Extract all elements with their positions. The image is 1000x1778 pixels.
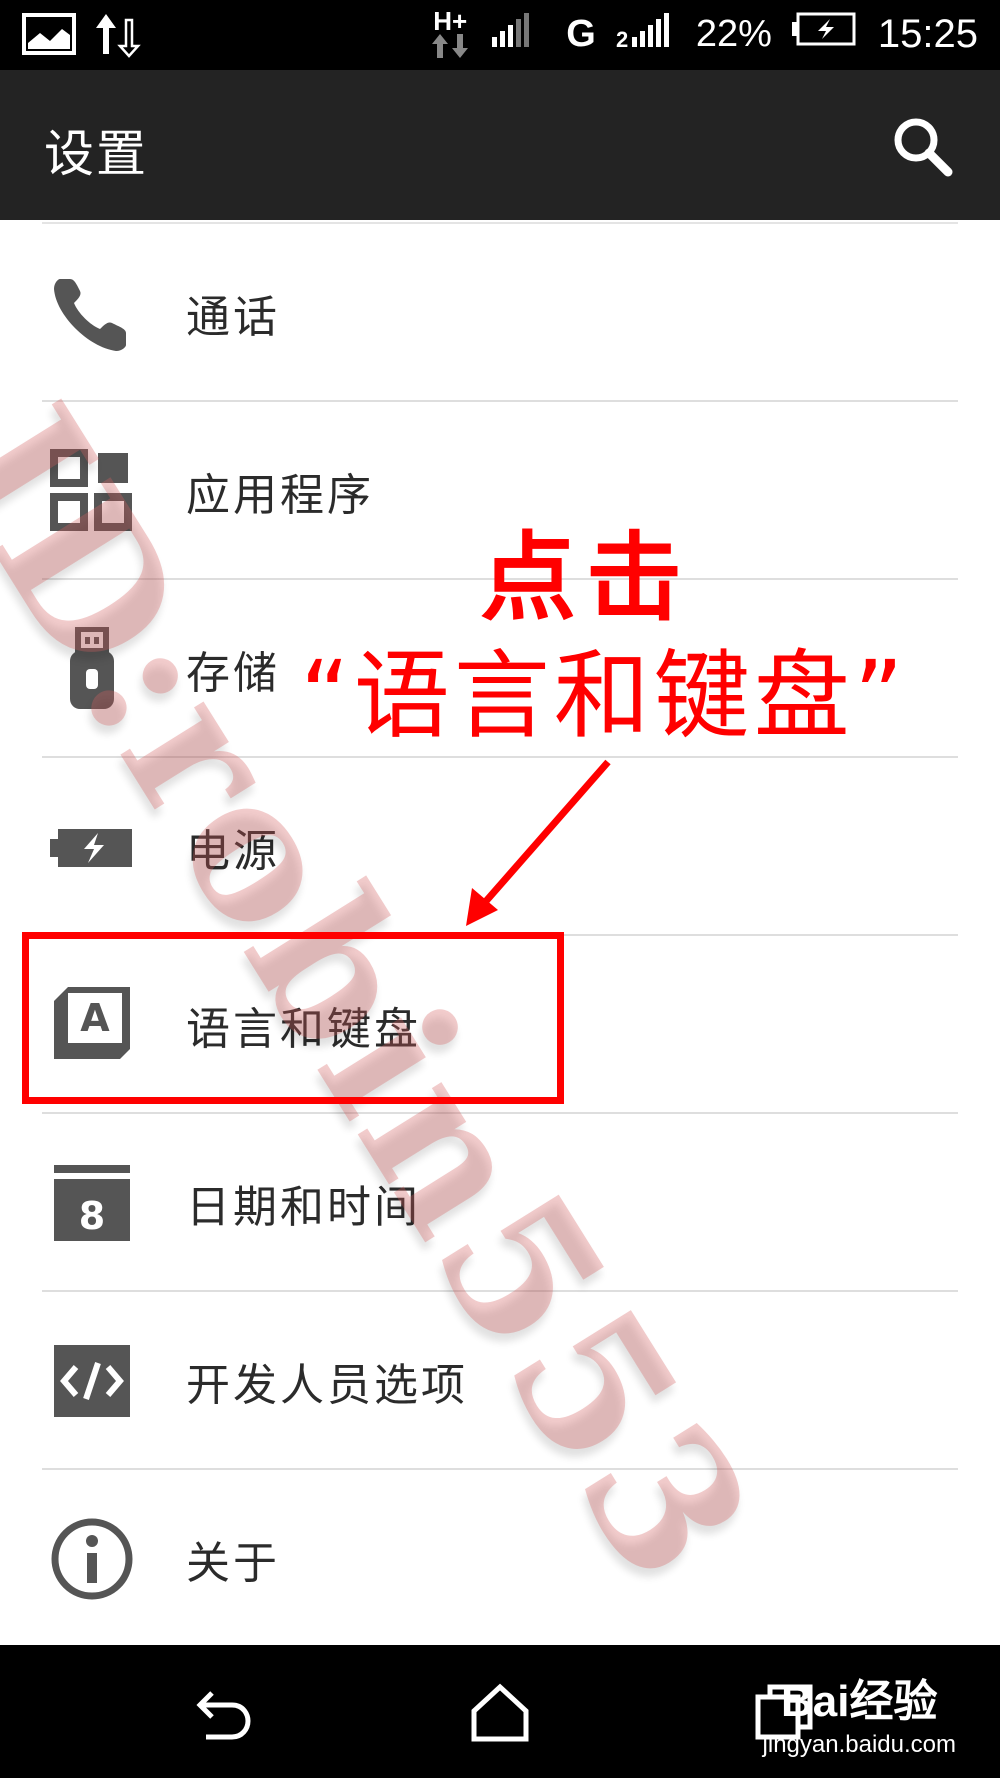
back-icon[interactable] [192, 1681, 256, 1745]
baidu-brand-text: Bai经验 [781, 1677, 938, 1726]
home-icon[interactable] [468, 1681, 532, 1745]
annotation-arrow [466, 759, 611, 926]
annotation-highlight-box [22, 932, 564, 1104]
navigation-bar: Bai经验 jingyan.baidu.com [0, 1645, 1000, 1778]
baidu-jingyan-logo: Bai经验 jingyan.baidu.com [763, 1665, 956, 1759]
baidu-url-text: jingyan.baidu.com [762, 1731, 956, 1758]
